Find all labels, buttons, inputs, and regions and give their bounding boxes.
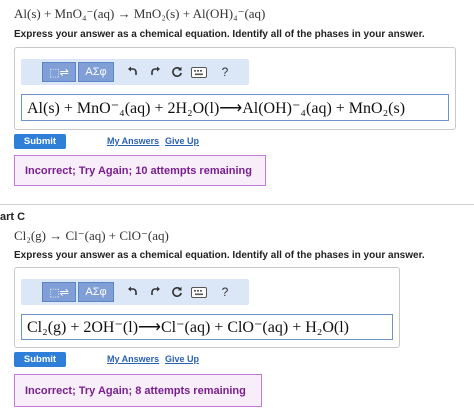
part-c-feedback: Incorrect; Try Again; 8 attempts remaini… xyxy=(14,374,262,407)
keyboard-icon[interactable] xyxy=(188,62,210,82)
symbols-button[interactable]: ΑΣφ xyxy=(78,282,114,302)
part-c-submit-button[interactable]: Submit xyxy=(14,352,66,367)
greek-symbols-label: ΑΣφ xyxy=(85,66,107,78)
part-c-my-answers-link[interactable]: My Answers xyxy=(107,354,159,364)
redo-icon[interactable] xyxy=(144,282,166,302)
part-b-feedback: Incorrect; Try Again; 10 attempts remain… xyxy=(14,155,266,186)
part-c-instruction: Express your answer as a chemical equati… xyxy=(14,250,425,261)
part-b-answer-editor: ⬚⇌ ΑΣφ ? Al(s) + MnO⁻₄(aq) + 2H₂O(l)⟶Al(… xyxy=(14,47,456,130)
templates-button[interactable]: ⬚⇌ xyxy=(42,282,76,302)
part-c-title: art C xyxy=(0,211,26,223)
part-c-answer-input[interactable]: Cl₂(g) + 2OH⁻(l)⟶Cl⁻(aq) + ClO⁻(aq) + H₂… xyxy=(21,314,393,340)
templates-icon: ⬚⇌ xyxy=(49,66,69,79)
help-icon[interactable]: ? xyxy=(214,62,236,82)
part-c-toolbar: ⬚⇌ ΑΣφ ? xyxy=(21,279,249,305)
templates-button[interactable]: ⬚⇌ xyxy=(42,62,76,82)
part-b-reaction: Al(s) + MnO₄⁻(aq) → MnO₂(s) + Al(OH)₄⁻(a… xyxy=(14,6,266,21)
part-b-my-answers-link[interactable]: My Answers xyxy=(107,136,159,146)
reset-icon[interactable] xyxy=(166,62,188,82)
part-c-answer-editor: ⬚⇌ ΑΣφ ? Cl₂(g) + 2OH⁻(l)⟶Cl⁻(aq) + ClO⁻… xyxy=(14,267,400,348)
section-divider xyxy=(0,204,474,205)
greek-symbols-label: ΑΣφ xyxy=(85,286,107,298)
undo-icon[interactable] xyxy=(122,62,144,82)
part-c-give-up-link[interactable]: Give Up xyxy=(165,354,199,364)
templates-icon: ⬚⇌ xyxy=(49,286,69,299)
part-b-answer-input[interactable]: Al(s) + MnO⁻₄(aq) + 2H₂O(l)⟶Al(OH)⁻₄(aq)… xyxy=(21,94,449,121)
part-b-toolbar: ⬚⇌ ΑΣφ ? xyxy=(21,59,249,85)
keyboard-icon[interactable] xyxy=(188,282,210,302)
part-b-give-up-link[interactable]: Give Up xyxy=(165,136,199,146)
part-b-instruction: Express your answer as a chemical equati… xyxy=(14,29,425,40)
part-b-submit-button[interactable]: Submit xyxy=(14,134,66,149)
reset-icon[interactable] xyxy=(166,282,188,302)
help-icon[interactable]: ? xyxy=(214,282,236,302)
redo-icon[interactable] xyxy=(144,62,166,82)
undo-icon[interactable] xyxy=(122,282,144,302)
part-c-reaction: Cl₂(g) → Cl⁻(aq) + ClO⁻(aq) xyxy=(14,228,169,243)
symbols-button[interactable]: ΑΣφ xyxy=(78,62,114,82)
